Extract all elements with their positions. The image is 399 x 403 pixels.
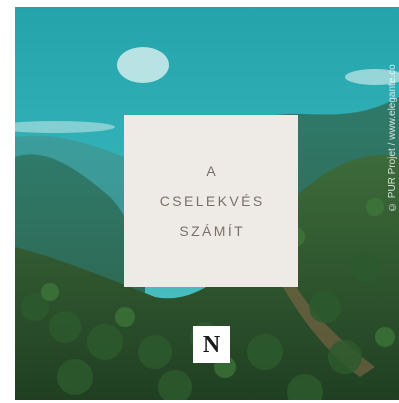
headline-line-3: SZÁMÍT (179, 223, 246, 239)
logo-letter: N (202, 331, 221, 358)
photo-credit: © PUR Projet / www.elegante.co (387, 64, 398, 212)
headline-card: A CSELEKVÉS SZÁMÍT (124, 115, 298, 287)
headline-line-2: CSELEKVÉS (159, 193, 265, 209)
ad-frame: A CSELEKVÉS SZÁMÍT N © PUR Projet / www.… (0, 0, 399, 403)
headline-line-1: A (206, 163, 219, 179)
nespresso-logo-icon[interactable]: N (193, 326, 230, 363)
